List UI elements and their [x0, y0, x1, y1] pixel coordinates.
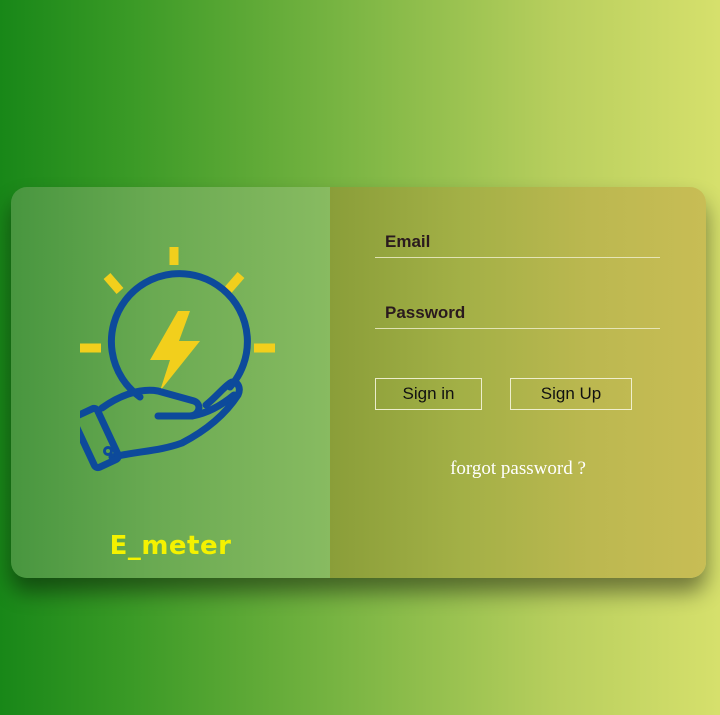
- brand-name: E_meter: [109, 531, 232, 561]
- hand-holding-lightbulb-icon: [80, 247, 275, 472]
- sign-up-button[interactable]: Sign Up: [510, 378, 632, 410]
- login-form-panel: Sign in Sign Up forgot password ?: [330, 187, 706, 578]
- email-field-wrapper: [375, 227, 660, 258]
- forgot-password-link[interactable]: forgot password ?: [330, 458, 706, 480]
- lightning-bolt-icon: [150, 311, 200, 391]
- password-input[interactable]: [375, 298, 660, 328]
- brand-panel: E_meter: [11, 187, 330, 578]
- forgot-password-label: forgot password ?: [450, 458, 586, 479]
- login-card: E_meter Sign in Sign Up forgot password …: [11, 187, 706, 578]
- password-field-wrapper: [375, 298, 660, 329]
- email-input[interactable]: [375, 227, 660, 257]
- hand-icon: [80, 378, 243, 472]
- sign-in-button[interactable]: Sign in: [375, 378, 482, 410]
